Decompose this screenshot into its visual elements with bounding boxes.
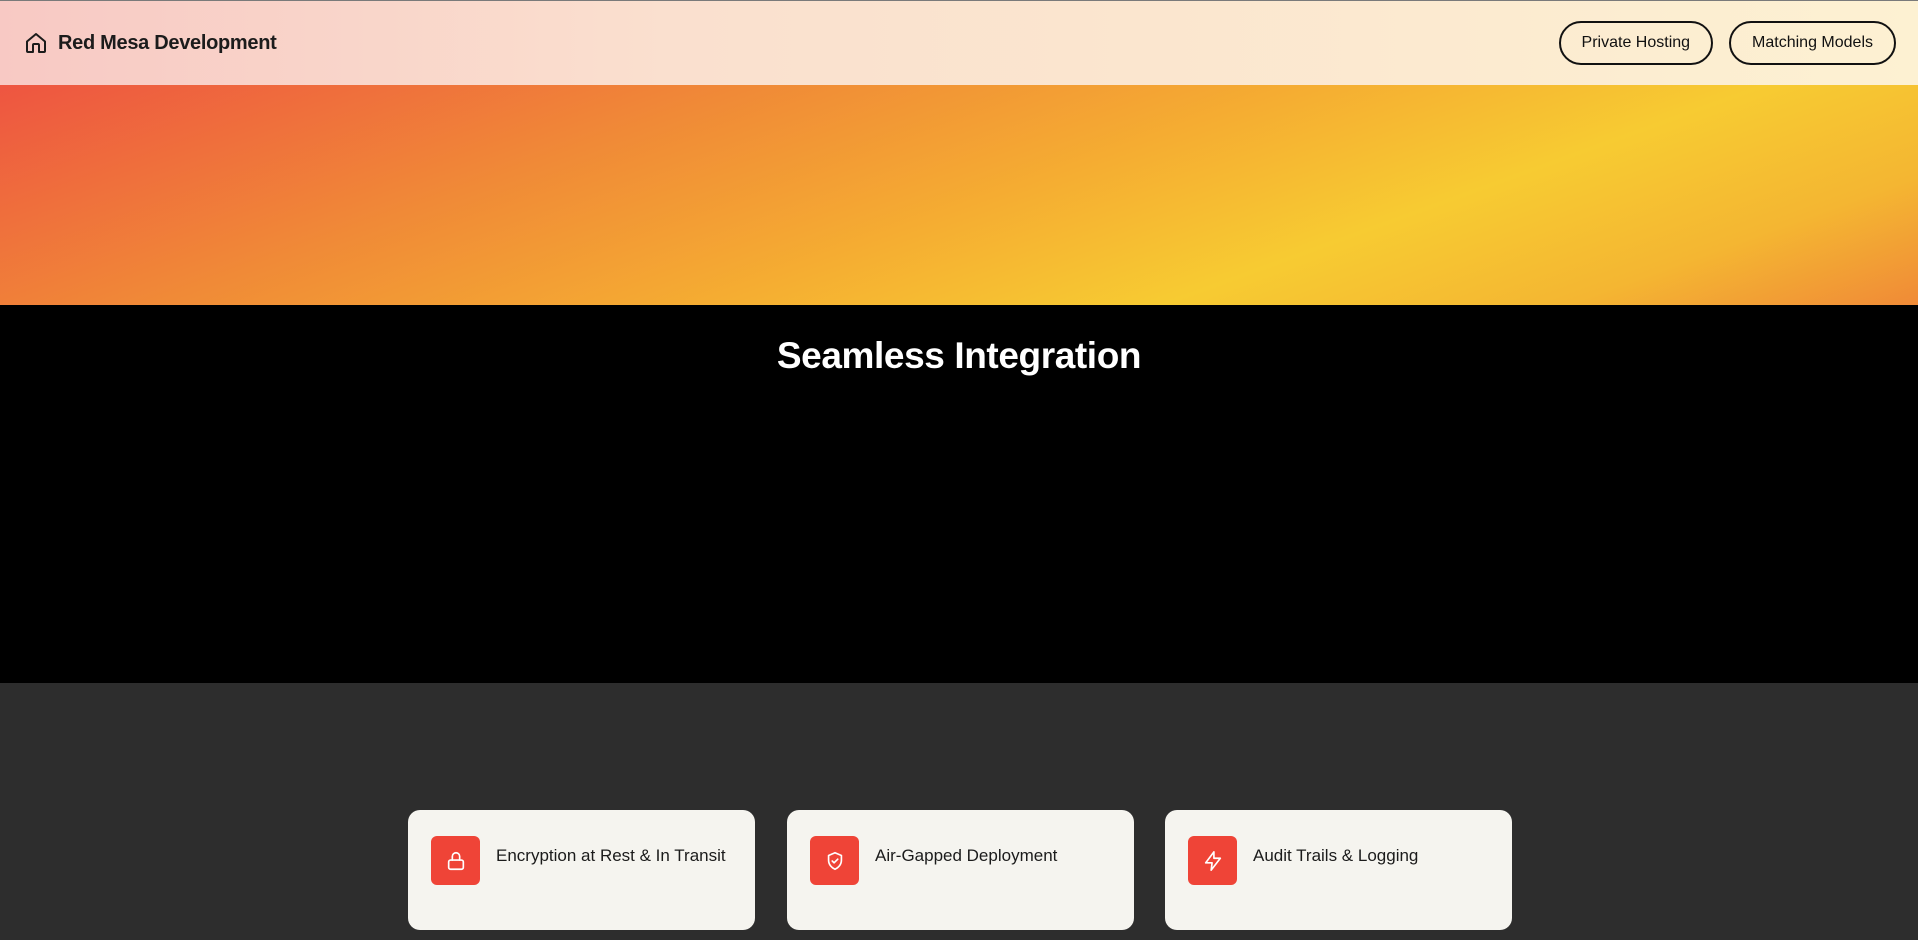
integration-section: Seamless Integration — [0, 305, 1918, 683]
brand-link[interactable]: Red Mesa Development — [24, 31, 277, 55]
feature-card-label: Encryption at Rest & In Transit — [496, 846, 726, 865]
lock-icon — [431, 836, 480, 885]
hero-gradient-banner — [0, 85, 1918, 305]
feature-card-audit-trails[interactable]: Audit Trails & Logging — [1165, 810, 1512, 930]
home-icon — [24, 31, 48, 55]
top-nav: Private Hosting Matching Models — [1543, 21, 1896, 65]
private-hosting-button[interactable]: Private Hosting — [1558, 21, 1714, 65]
page: Red Mesa Development Private Hosting Mat… — [0, 0, 1918, 940]
features-section: Encryption at Rest & In Transit Air-Gapp… — [0, 683, 1918, 940]
matching-models-button[interactable]: Matching Models — [1729, 21, 1896, 65]
brand-name: Red Mesa Development — [58, 31, 277, 54]
lightning-icon — [1188, 836, 1237, 885]
feature-card-encryption[interactable]: Encryption at Rest & In Transit — [408, 810, 755, 930]
feature-card-air-gapped[interactable]: Air-Gapped Deployment — [787, 810, 1134, 930]
shield-check-icon — [810, 836, 859, 885]
section-title: Seamless Integration — [776, 335, 1142, 376]
feature-card-label: Air-Gapped Deployment — [875, 846, 1058, 865]
feature-card-label: Audit Trails & Logging — [1253, 846, 1419, 865]
site-header: Red Mesa Development Private Hosting Mat… — [0, 0, 1918, 85]
